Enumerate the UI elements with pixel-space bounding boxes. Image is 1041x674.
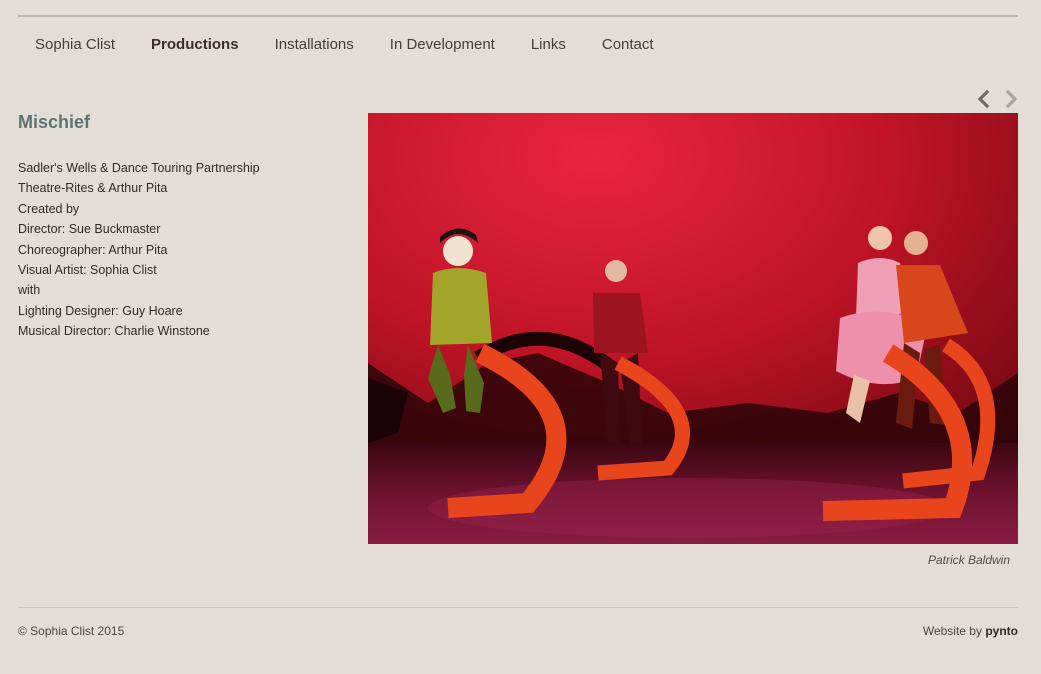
nav-item-productions[interactable]: Productions: [151, 36, 239, 53]
credits-list: Sadler's Wells & Dance Touring Partnersh…: [18, 158, 348, 342]
main-nav: Sophia Clist Productions Installations I…: [18, 33, 690, 55]
credit-line: Director: Sue Buckmaster: [18, 222, 161, 237]
credit-line: Choreographer: Arthur Pita: [18, 242, 168, 257]
next-slide-button[interactable]: [1003, 90, 1019, 108]
photo-credit: Patrick Baldwin: [927, 553, 1010, 567]
top-divider: [18, 15, 1018, 17]
website-credit: Website by pynto: [923, 624, 1018, 638]
credit-line: with: [18, 283, 41, 298]
credit-line: Visual Artist: Sophia Clist: [18, 263, 157, 278]
chevron-left-icon: [976, 90, 992, 108]
nav-item-sophia-clist[interactable]: Sophia Clist: [35, 36, 115, 53]
previous-slide-button[interactable]: [976, 90, 992, 108]
credit-line: Theatre-Rites & Arthur Pita: [18, 181, 168, 196]
website-credit-prefix: Website by: [922, 624, 986, 638]
website-credit-link[interactable]: pynto: [985, 624, 1018, 638]
copyright-text: © Sophia Clist 2015: [18, 624, 125, 638]
credit-line: Lighting Designer: Guy Hoare: [18, 303, 183, 318]
project-title: Mischief: [18, 112, 91, 132]
footer-divider: [18, 607, 1018, 608]
nav-item-links[interactable]: Links: [531, 36, 566, 53]
production-photo[interactable]: [368, 113, 1018, 544]
nav-item-contact[interactable]: Contact: [602, 36, 654, 53]
chevron-right-icon: [1003, 90, 1019, 108]
nav-item-in-development[interactable]: In Development: [390, 36, 495, 53]
nav-item-installations[interactable]: Installations: [275, 36, 354, 53]
credit-line: Musical Director: Charlie Winstone: [18, 324, 210, 339]
credit-line: Sadler's Wells & Dance Touring Partnersh…: [18, 161, 260, 175]
page: Sophia Clist Productions Installations I…: [0, 0, 1041, 674]
credit-line: Created by: [18, 201, 80, 216]
